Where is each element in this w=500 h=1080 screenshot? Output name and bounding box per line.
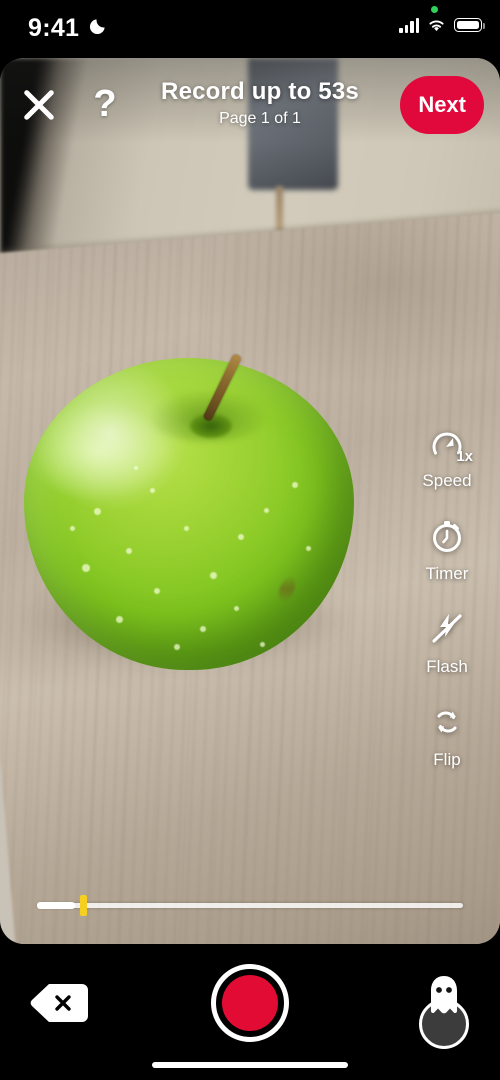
timer-control[interactable]: Timer <box>400 513 494 584</box>
next-button[interactable]: Next <box>400 76 484 134</box>
timeline-marker[interactable] <box>79 895 87 916</box>
camera-header: ? Record up to 53s Page 1 of 1 Next <box>0 58 500 143</box>
home-indicator[interactable] <box>152 1062 348 1068</box>
status-time: 9:41 <box>28 14 80 42</box>
flash-control[interactable]: Flash <box>400 606 494 677</box>
timeline-recorded-segment <box>37 901 76 909</box>
help-icon[interactable]: ? <box>84 80 126 128</box>
wifi-icon <box>429 20 444 32</box>
record-button[interactable] <box>211 964 289 1042</box>
header-titles: Record up to 53s Page 1 of 1 <box>130 78 390 128</box>
speedometer-icon: 1x <box>400 420 494 466</box>
timer-label: Timer <box>425 564 469 583</box>
moon-icon <box>89 19 105 35</box>
apple-blemish <box>275 574 299 604</box>
camera-flip-icon <box>400 699 494 745</box>
ghost-effects-icon <box>431 976 457 1014</box>
speed-control[interactable]: 1x Speed <box>400 420 494 491</box>
recording-privacy-indicator <box>431 6 438 13</box>
status-icons <box>399 17 485 33</box>
flip-control[interactable]: Flip <box>400 699 494 770</box>
page-subtitle: Page 1 of 1 <box>219 110 301 127</box>
battery-full-icon <box>454 18 485 32</box>
status-bar: 9:41 <box>0 0 500 58</box>
speed-value: 1x <box>456 448 473 465</box>
flip-label: Flip <box>433 750 461 769</box>
record-inner-dot <box>222 975 278 1031</box>
stopwatch-icon <box>400 513 494 559</box>
flash-label: Flash <box>426 657 468 676</box>
camera-controls-rail: 1x Speed Timer Flash Flip <box>400 420 494 792</box>
phone-screen: 9:41 ? Record up to 53s Page 1 of 1 Next <box>0 0 500 1080</box>
green-apple <box>16 336 366 686</box>
effects-button[interactable] <box>413 975 475 1049</box>
page-title: Record up to 53s <box>161 78 359 105</box>
delete-backspace-icon[interactable] <box>30 984 88 1022</box>
speed-label: Speed <box>422 471 472 490</box>
timeline-track <box>37 903 463 908</box>
recording-timeline[interactable] <box>37 895 463 916</box>
cellular-signal-icon <box>399 17 419 33</box>
close-icon[interactable] <box>18 84 60 126</box>
flash-off-icon <box>400 606 494 652</box>
